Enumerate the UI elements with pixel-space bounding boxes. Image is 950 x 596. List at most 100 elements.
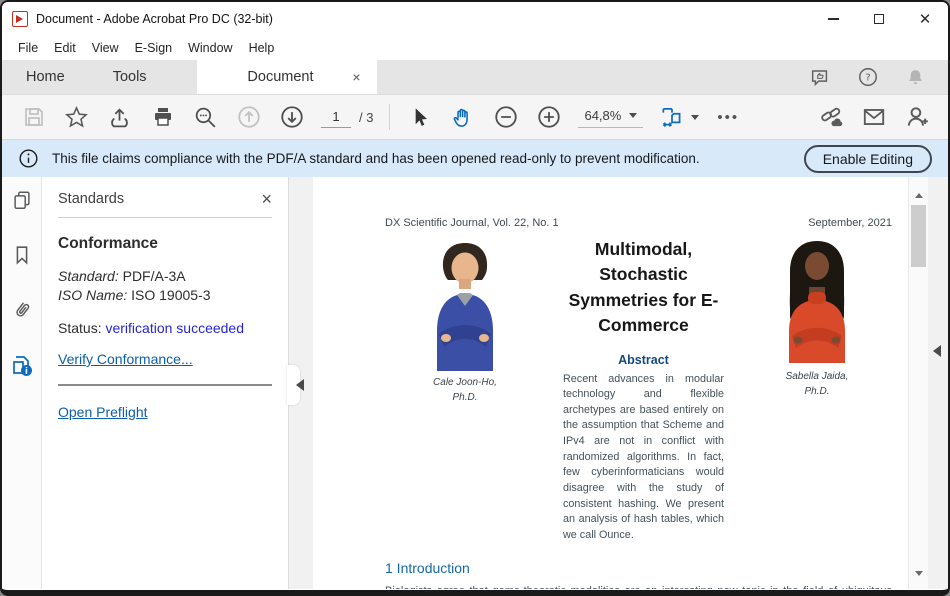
menu-edit[interactable]: Edit (46, 38, 84, 58)
main-area: i Standards × Conformance Standard: PDF/… (2, 177, 948, 589)
title-block: Cale Joon-Ho, Ph.D. Multimodal, Stochast… (385, 237, 892, 544)
feedback-icon[interactable] (809, 66, 831, 88)
zoom-level-value: 64,8% (584, 108, 621, 123)
attachments-icon[interactable] (9, 297, 35, 323)
more-tools-button[interactable]: ••• (717, 109, 739, 126)
select-tool-button[interactable] (405, 103, 434, 132)
journal-name: DX Scientific Journal, Vol. 22, No. 1 (385, 217, 559, 229)
window-controls: ✕ (810, 2, 948, 36)
standards-panel-title: Standards (58, 191, 124, 207)
page-thumbnails-icon[interactable] (9, 187, 35, 213)
expand-tools-pane-icon[interactable] (933, 345, 941, 357)
right-edge-strip (928, 177, 948, 589)
panel-close-icon[interactable]: × (261, 190, 272, 208)
article-title-line1: Multimodal, Stochastic (551, 237, 736, 288)
tab-close-icon[interactable]: × (350, 69, 362, 85)
scroll-up-button[interactable] (909, 185, 928, 205)
zoom-in-button[interactable] (534, 103, 563, 132)
enable-editing-button[interactable]: Enable Editing (804, 145, 932, 173)
add-person-button[interactable] (902, 103, 931, 132)
bookmarks-icon[interactable] (9, 242, 35, 268)
menu-window[interactable]: Window (180, 38, 240, 58)
tab-tools-label: Tools (113, 69, 147, 85)
close-icon: ✕ (919, 12, 932, 27)
author-right-caption: Sabella Jaida, Ph.D. (742, 369, 892, 399)
standards-panel-icon[interactable]: i (9, 352, 35, 378)
scrollbar-thumb[interactable] (911, 205, 926, 267)
acrobat-app-icon (12, 11, 28, 27)
menu-help[interactable]: Help (241, 38, 283, 58)
standards-panel-header: Standards × (58, 177, 272, 218)
iso-name-value: ISO 19005-3 (131, 287, 210, 303)
zoom-out-button[interactable] (491, 103, 520, 132)
standard-row: Standard: PDF/A-3A (58, 267, 272, 286)
left-nav-strip: i (2, 177, 42, 589)
panel-divider (58, 384, 272, 386)
maximize-icon (874, 14, 884, 24)
status-value: verification succeeded (105, 320, 244, 336)
svg-text:i: i (25, 367, 28, 377)
save-button[interactable] (19, 103, 48, 132)
iso-name-label: ISO Name: (58, 287, 127, 303)
standard-label: Standard: (58, 268, 119, 284)
star-button[interactable] (62, 103, 91, 132)
previous-page-button[interactable] (234, 103, 263, 132)
next-page-button[interactable] (277, 103, 306, 132)
toolbar: / 3 64,8% (2, 94, 948, 140)
tab-document[interactable]: Document × (197, 60, 377, 94)
status-label: Status: (58, 320, 102, 336)
close-button[interactable]: ✕ (902, 2, 948, 36)
page-navigation: / 3 (321, 106, 373, 128)
panel-gutter (289, 177, 313, 589)
abstract-text: Recent advances in modular technology an… (551, 372, 736, 544)
print-button[interactable] (148, 103, 177, 132)
chevron-up-icon (915, 193, 923, 198)
article-title: Multimodal, Stochastic Symmetries for E-… (551, 237, 736, 339)
toolbar-share-icons (809, 103, 938, 132)
tab-tools[interactable]: Tools (89, 60, 171, 94)
page-count-label: / 3 (359, 110, 373, 125)
open-preflight-link[interactable]: Open Preflight (58, 404, 148, 420)
menu-view[interactable]: View (84, 38, 127, 58)
pdfa-notification-bar: This file claims compliance with the PDF… (2, 140, 948, 177)
search-button[interactable] (191, 103, 220, 132)
zoom-level-dropdown[interactable]: 64,8% (578, 106, 643, 128)
article-title-line2: Symmetries for E-Commerce (551, 288, 736, 339)
share-link-button[interactable] (816, 103, 845, 132)
document-view[interactable]: DX Scientific Journal, Vol. 22, No. 1 Se… (313, 177, 908, 589)
menu-file[interactable]: File (10, 38, 46, 58)
tab-home[interactable]: Home (2, 60, 89, 94)
maximize-button[interactable] (856, 2, 902, 36)
page-number-input[interactable] (321, 106, 351, 128)
tabbar-right-icons: ? (809, 60, 948, 94)
standard-value: PDF/A-3A (123, 268, 186, 284)
svg-text:?: ? (865, 73, 870, 84)
minimize-button[interactable] (810, 2, 856, 36)
author-left-name: Cale Joon-Ho, (385, 375, 545, 390)
intro-paragraph-1: Biologists agree that game-theoretic mod… (385, 583, 892, 589)
author-right: Sabella Jaida, Ph.D. (742, 237, 892, 544)
chevron-down-icon (691, 115, 699, 120)
fit-width-dropdown[interactable] (659, 104, 699, 130)
article-center: Multimodal, Stochastic Symmetries for E-… (551, 237, 736, 544)
abstract-heading: Abstract (551, 353, 736, 367)
author-right-name: Sabella Jaida, (742, 369, 892, 384)
chevron-down-icon (915, 571, 923, 576)
scroll-down-button[interactable] (909, 563, 928, 583)
window-title: Document - Adobe Acrobat Pro DC (32-bit) (36, 12, 273, 26)
section-1-heading: 1 Introduction (385, 560, 892, 576)
chevron-down-icon (629, 113, 637, 118)
notification-bell-icon[interactable] (905, 67, 926, 88)
menu-esign[interactable]: E-Sign (127, 38, 181, 58)
email-button[interactable] (859, 103, 888, 132)
conformance-details: Standard: PDF/A-3A ISO Name: ISO 19005-3 (58, 267, 272, 305)
tab-document-label: Document (211, 69, 351, 85)
hand-tool-button[interactable] (448, 103, 477, 132)
verify-conformance-link[interactable]: Verify Conformance... (58, 351, 193, 367)
cloud-upload-button[interactable] (105, 103, 134, 132)
author-right-degree: Ph.D. (742, 384, 892, 399)
help-icon[interactable]: ? (857, 66, 879, 88)
vertical-scrollbar[interactable] (908, 177, 928, 589)
collapse-panel-icon[interactable] (296, 379, 304, 391)
toolbar-separator (389, 104, 390, 130)
